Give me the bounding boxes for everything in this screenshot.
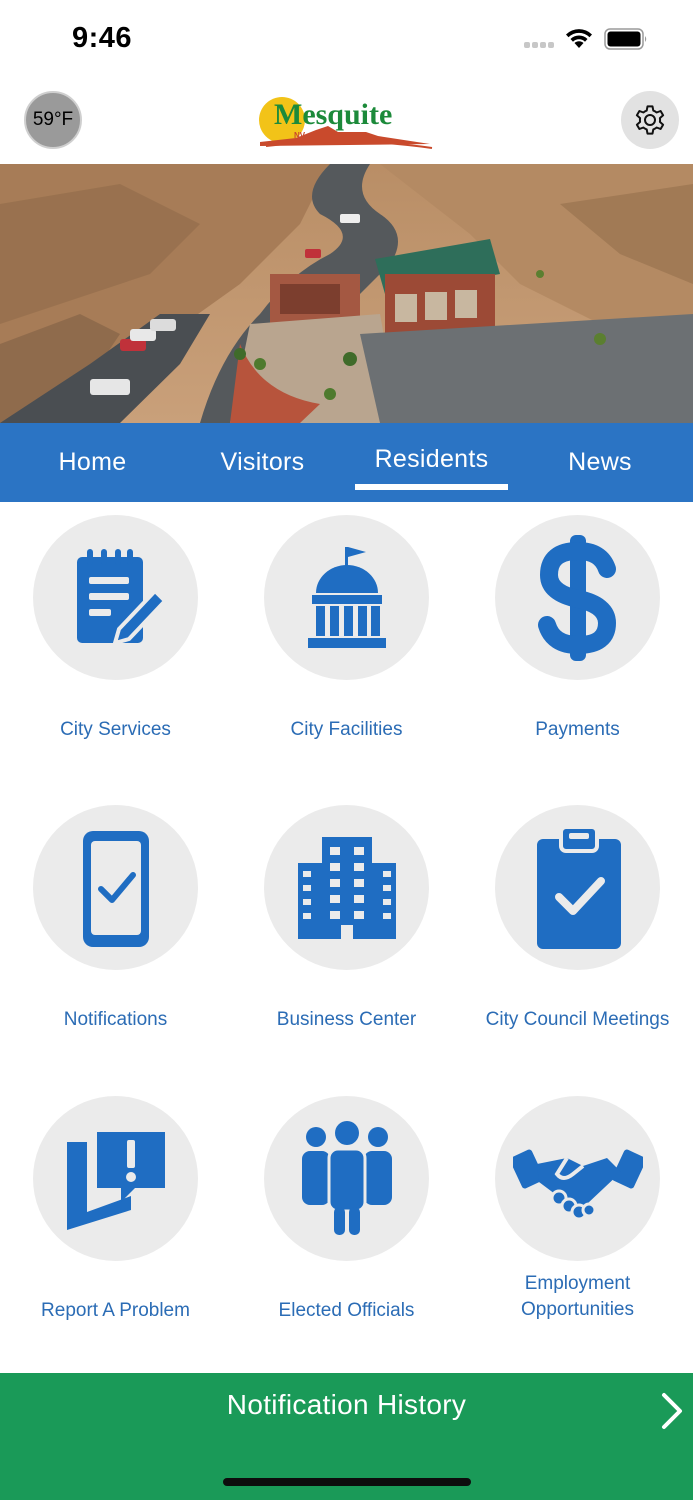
tile-label: Business Center [276,1009,417,1030]
tile-label: City Services [60,719,171,740]
handshake-icon [512,1149,643,1220]
phone-check-icon [82,830,149,947]
tile-icon-circle [264,1096,429,1261]
tile-icon-circle [495,1096,660,1261]
tile-city-facilities[interactable]: City Facilities [231,502,462,792]
tile-business-center[interactable]: Business Center [231,792,462,1082]
tile-icon-circle [33,1096,198,1261]
main-tabbar: Home Visitors Residents News [0,423,693,502]
status-time: 9:46 [72,22,133,54]
government-building-icon [307,546,386,648]
cellular-signal-icon [524,42,558,48]
logo-wordmark: Mesquite [274,98,392,131]
chevron-right-icon [662,1393,682,1429]
notification-history-label: Notification History [226,1389,467,1420]
tile-city-council-meetings[interactable]: City Council Meetings [462,792,693,1082]
tile-icon-circle [495,805,660,970]
tab-residents[interactable]: Residents [355,423,508,502]
tab-news[interactable]: News [525,423,675,502]
clipboard-pencil-icon [76,548,168,646]
tile-icon-circle [33,805,198,970]
dollar-sign-icon [537,534,616,661]
clipboard-check-icon [536,824,621,949]
tile-label: Employment Opportunities [462,1271,693,1323]
tile-label: Elected Officials [278,1300,415,1321]
tile-label: City Facilities [290,719,403,740]
tile-label: City Council Meetings [485,1009,670,1030]
tile-label: Report A Problem [41,1300,190,1321]
report-alert-icon [66,1131,165,1230]
tile-label: Payments [535,719,620,740]
people-group-icon [301,1120,392,1235]
tile-payments[interactable]: Payments [462,502,693,792]
mesquite-logo: Mesquite NV [259,97,433,149]
tile-label-text: Employment Opportunities [520,1273,634,1320]
tab-home[interactable]: Home [15,423,170,502]
status-bar: 9:46 [0,0,693,80]
tile-city-services[interactable]: City Services [0,502,231,792]
tile-icon-circle [264,805,429,970]
tile-employment-opportunities[interactable]: Employment Opportunities [462,1083,693,1373]
tile-report-a-problem[interactable]: Report A Problem [0,1083,231,1373]
active-tab-indicator [355,484,508,490]
tile-icon-circle [33,515,198,680]
tab-visitors[interactable]: Visitors [185,423,340,502]
temperature-value: 59°F [32,109,74,130]
battery-icon [604,28,647,50]
app-header: 59°F Mesquite NV [0,80,693,164]
settings-button[interactable] [621,91,679,149]
gear-icon [635,105,665,135]
logo-state: NV [294,131,306,140]
hero-aerial-photo [0,164,693,423]
wifi-icon [566,29,592,48]
tile-elected-officials[interactable]: Elected Officials [231,1083,462,1373]
home-indicator [223,1478,471,1486]
tile-icon-circle [495,515,660,680]
tile-label: Notifications [63,1009,168,1030]
office-building-icon [297,836,396,939]
tile-icon-circle [264,515,429,680]
weather-temperature-badge[interactable]: 59°F [24,91,82,149]
tile-notifications[interactable]: Notifications [0,792,231,1082]
